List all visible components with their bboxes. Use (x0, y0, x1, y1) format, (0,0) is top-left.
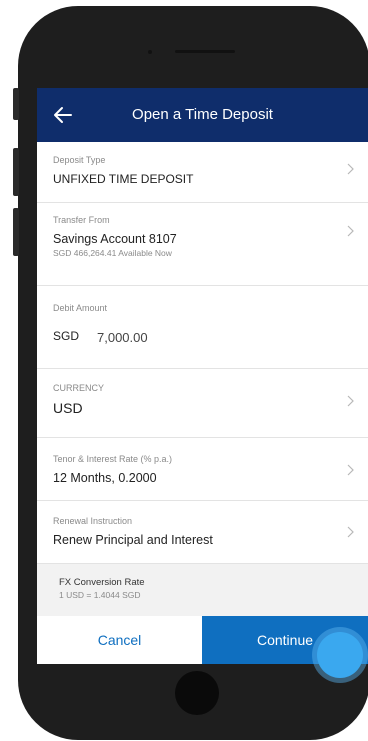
deposit-type-value: UNFIXED TIME DEPOSIT (53, 172, 194, 186)
transfer-from-row[interactable]: Transfer From Savings Account 8107 SGD 4… (37, 203, 368, 286)
available-balance: SGD 466,264.41 Available Now (53, 248, 172, 258)
touch-indicator (317, 632, 363, 678)
currency-value: USD (53, 400, 83, 416)
earpiece-speaker (175, 50, 235, 53)
tenor-label: Tenor & Interest Rate (% p.a.) (53, 454, 173, 464)
currency-label: CURRENCY (53, 383, 105, 393)
fx-rate-panel: FX Conversion Rate 1 USD = 1.4044 SGD (37, 564, 368, 620)
debit-amount-row: Debit Amount SGD 7,000.00 (37, 286, 368, 369)
renewal-value: Renew Principal and Interest (53, 533, 213, 547)
home-button[interactable] (175, 671, 219, 715)
transfer-from-account: Savings Account 8107 (53, 232, 177, 246)
chevron-right-icon (347, 464, 354, 476)
mute-switch (13, 88, 19, 120)
deposit-type-row[interactable]: Deposit Type UNFIXED TIME DEPOSIT (37, 142, 368, 203)
chevron-right-icon (347, 395, 354, 407)
fx-rate-value: 1 USD = 1.4044 SGD (59, 590, 141, 600)
renewal-row[interactable]: Renewal Instruction Renew Principal and … (37, 501, 368, 564)
page-title: Open a Time Deposit (132, 106, 273, 123)
fx-rate-label: FX Conversion Rate (59, 577, 145, 588)
chevron-right-icon (347, 225, 354, 237)
debit-amount-label: Debit Amount (53, 303, 108, 313)
top-bar: Open a Time Deposit (37, 88, 368, 142)
tenor-row[interactable]: Tenor & Interest Rate (% p.a.) 12 Months… (37, 438, 368, 501)
renewal-label: Renewal Instruction (53, 516, 133, 526)
deposit-type-label: Deposit Type (53, 155, 106, 165)
app-screen: Open a Time Deposit Deposit Type UNFIXED… (37, 88, 368, 664)
debit-currency: SGD (53, 329, 80, 343)
tenor-value: 12 Months, 0.2000 (53, 471, 157, 485)
volume-up-button (13, 148, 19, 196)
cancel-button[interactable]: Cancel (37, 616, 202, 664)
chevron-right-icon (347, 163, 354, 175)
debit-amount-input[interactable]: 7,000.00 (97, 330, 148, 345)
front-camera (148, 50, 152, 54)
chevron-right-icon (347, 526, 354, 538)
currency-row[interactable]: CURRENCY USD (37, 369, 368, 438)
volume-down-button (13, 208, 19, 256)
transfer-from-label: Transfer From (53, 215, 110, 225)
